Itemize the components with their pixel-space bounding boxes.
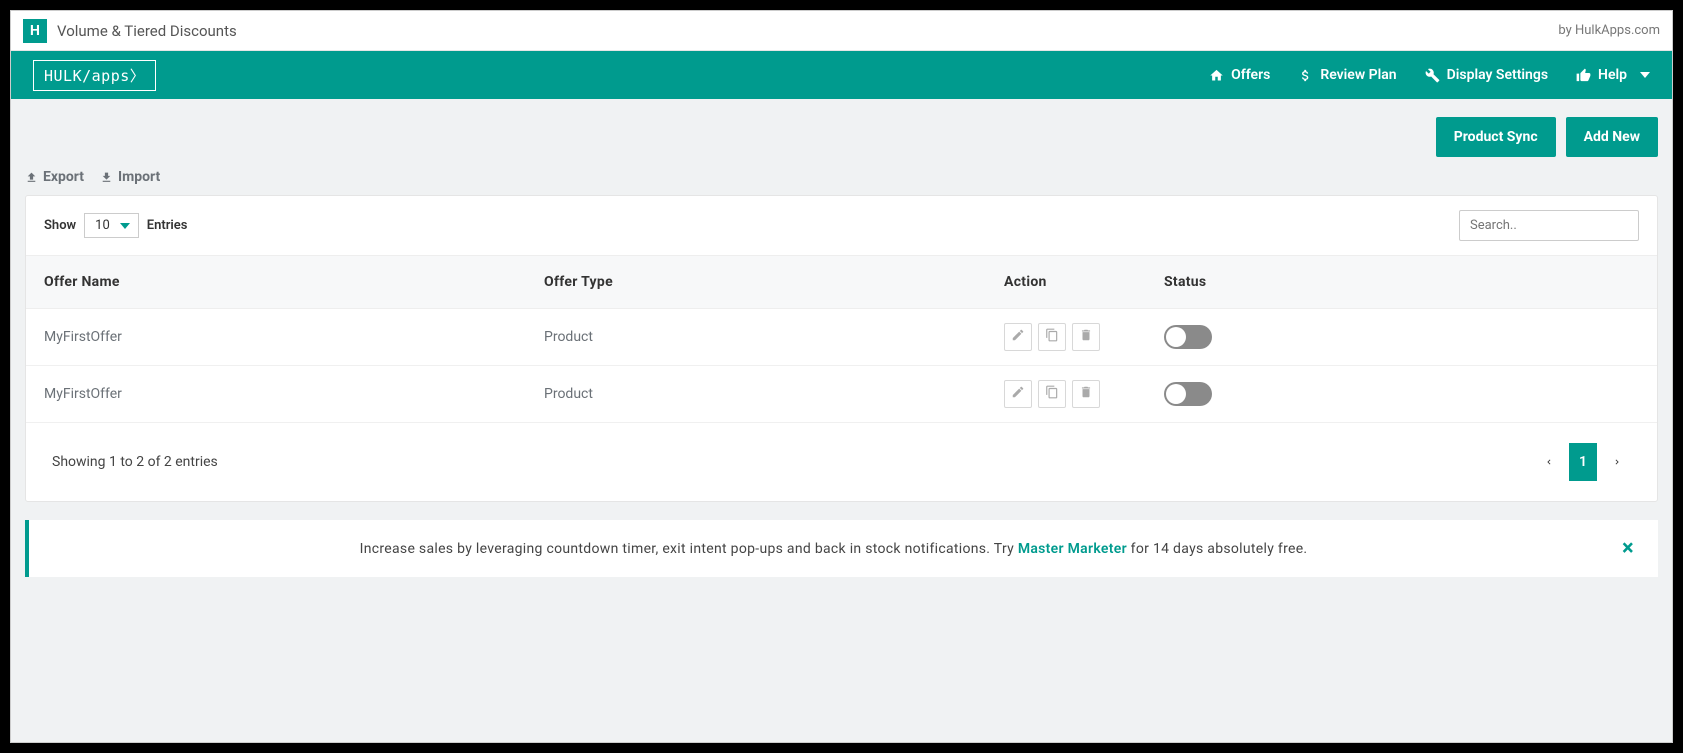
pencil-icon [1011,385,1025,403]
copy-icon [1045,385,1059,403]
cell-offer-type: Product [526,309,986,366]
cell-offer-name: MyFirstOffer [26,309,526,366]
app-title: Volume & Tiered Discounts [57,22,1558,40]
trash-icon [1079,385,1093,403]
add-new-button[interactable]: Add New [1566,117,1658,157]
dollar-icon [1298,68,1313,83]
status-toggle[interactable] [1164,325,1212,349]
app-logo-icon: H [23,19,47,43]
nav-help[interactable]: Help [1576,67,1650,83]
product-sync-button[interactable]: Product Sync [1436,117,1556,157]
cell-action [986,366,1146,423]
nav-review-plan-label: Review Plan [1320,67,1396,83]
promo-close-button[interactable]: × [1618,536,1638,561]
pagination: 1 [1535,443,1631,481]
search-input[interactable] [1459,210,1639,241]
copy-button[interactable] [1038,380,1066,408]
promo-link[interactable]: Master Marketer [1018,541,1127,557]
promo-before: Increase sales by leveraging countdown t… [360,541,1018,557]
entries-label: Entries [147,218,188,233]
table-footer: Showing 1 to 2 of 2 entries 1 [26,423,1657,501]
promo-after: for 14 days absolutely free. [1127,541,1308,557]
cell-status [1146,309,1657,366]
download-icon [100,171,113,184]
top-bar: H Volume & Tiered Discounts by HulkApps.… [11,11,1672,51]
upload-icon [25,171,38,184]
action-bar: Product Sync Add New [11,99,1672,157]
cell-offer-type: Product [526,366,986,423]
nav-help-label: Help [1598,67,1627,83]
edit-button[interactable] [1004,380,1032,408]
show-label: Show [44,218,76,233]
cell-action [986,309,1146,366]
page-next-button[interactable] [1603,443,1631,481]
home-icon [1209,68,1224,83]
delete-button[interactable] [1072,380,1100,408]
copy-icon [1045,328,1059,346]
offers-table: Offer Name Offer Type Action Status MyFi… [26,255,1657,423]
nav-bar: HULK/apps〉 Offers Review Plan Display Se… [11,51,1672,99]
table-row: MyFirstOfferProduct [26,309,1657,366]
page-1-button[interactable]: 1 [1569,443,1597,481]
chevron-left-icon [1544,455,1554,469]
th-status: Status [1146,256,1657,309]
table-row: MyFirstOfferProduct [26,366,1657,423]
promo-text: Increase sales by leveraging countdown t… [49,541,1618,557]
import-label: Import [118,169,160,185]
import-link[interactable]: Import [100,169,160,185]
cell-offer-name: MyFirstOffer [26,366,526,423]
copy-button[interactable] [1038,323,1066,351]
thumbs-up-icon [1576,68,1591,83]
chevron-right-icon [1612,455,1622,469]
wrench-icon [1425,68,1440,83]
trash-icon [1079,328,1093,346]
brand-logo: HULK/apps〉 [33,60,156,91]
page-prev-button[interactable] [1535,443,1563,481]
edit-button[interactable] [1004,323,1032,351]
pencil-icon [1011,328,1025,346]
nav-offers-label: Offers [1231,67,1270,83]
nav-display-settings-label: Display Settings [1447,67,1548,83]
byline: by HulkApps.com [1558,23,1660,38]
th-offer-type: Offer Type [526,256,986,309]
nav-display-settings[interactable]: Display Settings [1425,67,1548,83]
nav-review-plan[interactable]: Review Plan [1298,67,1396,83]
export-link[interactable]: Export [25,169,84,185]
chevron-down-icon [1640,72,1650,78]
page-size-select[interactable]: 10 [84,213,139,238]
delete-button[interactable] [1072,323,1100,351]
export-label: Export [43,169,84,185]
th-offer-name: Offer Name [26,256,526,309]
cell-status [1146,366,1657,423]
export-import-row: Export Import [11,157,1672,195]
table-summary: Showing 1 to 2 of 2 entries [52,454,218,470]
status-toggle[interactable] [1164,382,1212,406]
th-action: Action [986,256,1146,309]
nav-offers[interactable]: Offers [1209,67,1270,83]
offers-card: Show 10 Entries Offer Name Offer Type Ac… [25,195,1658,502]
table-controls: Show 10 Entries [26,196,1657,255]
promo-banner: Increase sales by leveraging countdown t… [25,520,1658,577]
